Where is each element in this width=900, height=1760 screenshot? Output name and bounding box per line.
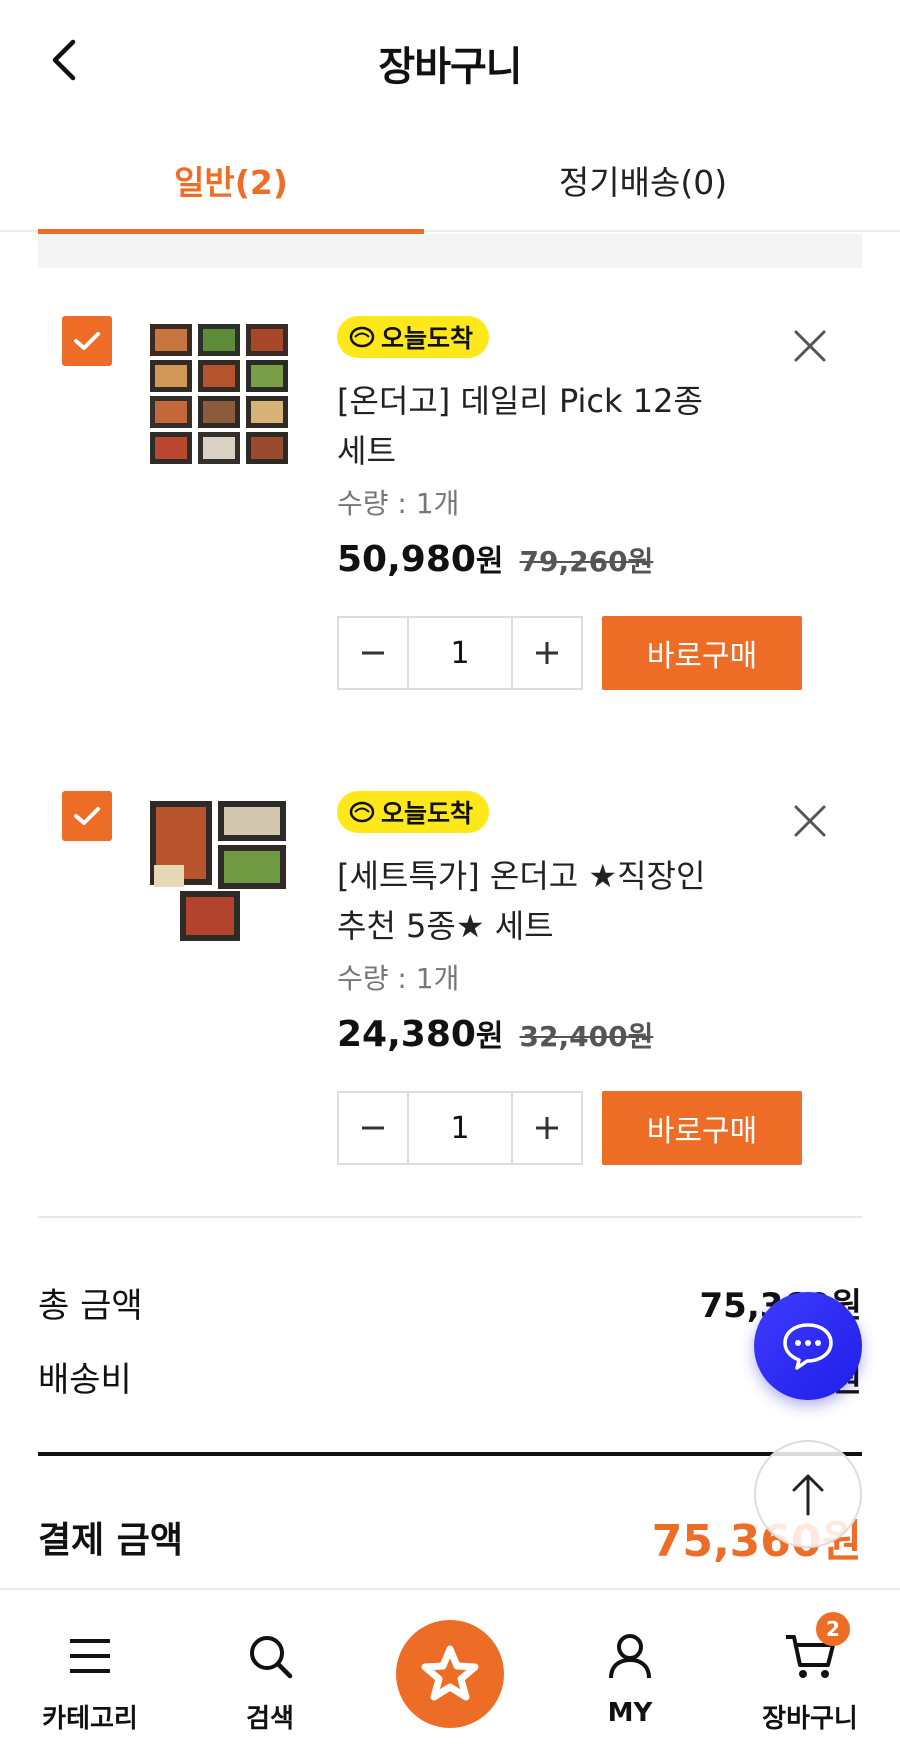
close-icon xyxy=(794,805,826,837)
product-name[interactable]: [온더고] 데일리 Pick 12종 세트 xyxy=(337,376,737,476)
plus-icon xyxy=(536,1117,558,1139)
nav-cart-label: 장바구니 xyxy=(762,1704,858,1734)
arrow-up-icon xyxy=(792,1474,824,1516)
sale-price: 24,380원 xyxy=(337,1011,504,1055)
tab-regular-delivery[interactable]: 정기배송(0) xyxy=(424,128,862,232)
remove-item-button[interactable] xyxy=(786,322,834,370)
shipping-fee-row: 배송비 0원 xyxy=(38,1352,862,1401)
header: 장바구니 xyxy=(0,0,900,120)
page-title: 장바구니 xyxy=(378,44,522,90)
nav-category[interactable]: 카테고리 xyxy=(0,1590,180,1760)
sale-price-value: 50,980 xyxy=(337,539,476,580)
total-amount-label: 총 금액 xyxy=(38,1286,143,1326)
shipping-fee-label: 배송비 xyxy=(38,1360,132,1400)
price-row: 50,980원 79,260원 xyxy=(337,536,653,580)
item-checkbox[interactable] xyxy=(62,791,112,841)
item-checkbox[interactable] xyxy=(62,316,112,366)
today-delivery-badge: 오늘도착 xyxy=(337,791,490,833)
product-name[interactable]: [세트특가] 온더고 ★직장인 추천 5종★ 세트 xyxy=(337,851,737,951)
increase-button[interactable] xyxy=(513,618,581,688)
original-price: 79,260원 xyxy=(519,545,654,578)
star-logo-icon xyxy=(421,1645,479,1701)
decrease-button[interactable] xyxy=(339,618,407,688)
summary-divider xyxy=(38,1216,862,1218)
cart-item: 오늘도착 [온더고] 데일리 Pick 12종 세트 수량 : 1개 50,98… xyxy=(0,300,900,740)
nav-home-button[interactable] xyxy=(396,1620,504,1728)
buy-now-button[interactable]: 바로구매 xyxy=(602,616,802,690)
nav-cart[interactable]: 2 장바구니 xyxy=(720,1590,900,1760)
sale-price: 50,980원 xyxy=(337,536,504,580)
bottom-navigation: 카테고리 검색 MY 2 장바구니 xyxy=(0,1588,900,1760)
minus-icon xyxy=(362,1126,384,1130)
price-unit: 원 xyxy=(475,544,504,579)
sale-price-value: 24,380 xyxy=(337,1014,476,1055)
quantity-label: 수량 : 1개 xyxy=(337,487,460,520)
quantity-label: 수량 : 1개 xyxy=(337,962,460,995)
chat-bubble-icon xyxy=(783,1323,833,1370)
badge-label: 오늘도착 xyxy=(381,324,474,353)
wing-icon xyxy=(349,801,375,823)
nav-my-label: MY xyxy=(607,1698,653,1728)
nav-search-label: 검색 xyxy=(246,1704,294,1734)
nav-category-label: 카테고리 xyxy=(42,1704,138,1734)
buy-now-button[interactable]: 바로구매 xyxy=(602,1091,802,1165)
product-thumbnail[interactable] xyxy=(146,320,292,470)
plus-icon xyxy=(536,642,558,664)
total-amount-row: 총 금액 75,360원 xyxy=(38,1278,862,1327)
close-icon xyxy=(794,330,826,362)
cart-item: 오늘도착 [세트특가] 온더고 ★직장인 추천 5종★ 세트 수량 : 1개 2… xyxy=(0,775,900,1215)
quantity-value[interactable]: 1 xyxy=(407,618,513,688)
tab-general[interactable]: 일반(2) xyxy=(38,128,424,234)
check-icon xyxy=(74,332,100,350)
price-row: 24,380원 32,400원 xyxy=(337,1011,653,1055)
user-icon xyxy=(602,1628,658,1684)
product-thumbnail[interactable] xyxy=(146,795,292,945)
badge-label: 오늘도착 xyxy=(381,799,474,828)
cart-icon: 2 xyxy=(782,1612,850,1684)
wing-icon xyxy=(349,326,375,348)
cart-count-badge: 2 xyxy=(816,1612,850,1646)
minus-icon xyxy=(362,651,384,655)
check-icon xyxy=(74,807,100,825)
chat-button[interactable] xyxy=(754,1292,862,1400)
nav-my[interactable]: MY xyxy=(540,1590,720,1760)
increase-button[interactable] xyxy=(513,1093,581,1163)
original-price: 32,400원 xyxy=(519,1020,654,1053)
price-unit: 원 xyxy=(475,1019,504,1054)
search-icon xyxy=(242,1628,298,1684)
scroll-top-button[interactable] xyxy=(754,1440,862,1548)
section-strip xyxy=(38,234,862,268)
quantity-stepper: 1 xyxy=(337,616,583,690)
menu-icon xyxy=(62,1628,118,1684)
payment-amount-label: 결제 금액 xyxy=(38,1520,184,1561)
decrease-button[interactable] xyxy=(339,1093,407,1163)
quantity-stepper: 1 xyxy=(337,1091,583,1165)
payment-amount-row: 결제 금액 75,360원 xyxy=(38,1505,862,1569)
remove-item-button[interactable] xyxy=(786,797,834,845)
quantity-value[interactable]: 1 xyxy=(407,1093,513,1163)
nav-search[interactable]: 검색 xyxy=(180,1590,360,1760)
summary-separator xyxy=(38,1452,862,1456)
cart-tabs: 일반(2) 정기배송(0) xyxy=(0,128,900,234)
today-delivery-badge: 오늘도착 xyxy=(337,316,490,358)
